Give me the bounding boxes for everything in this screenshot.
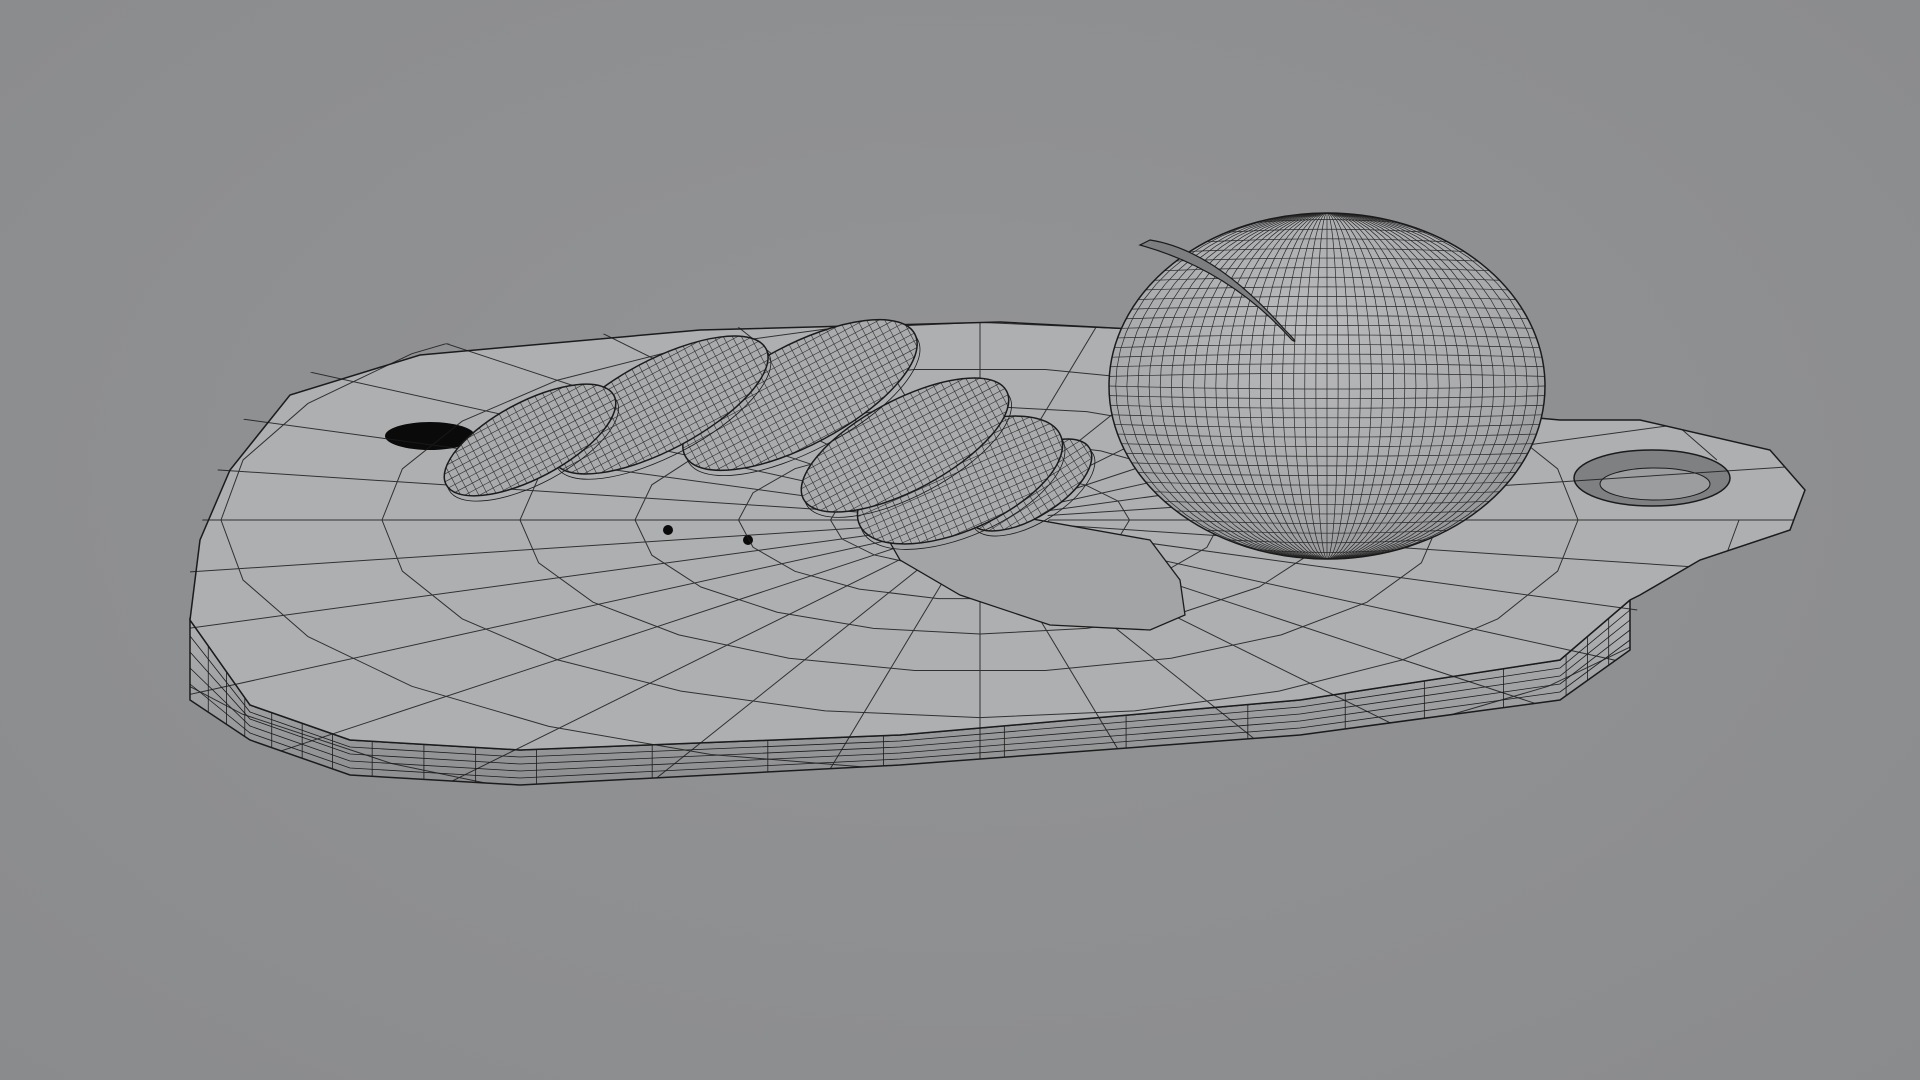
board-dot-1	[663, 525, 673, 535]
3d-viewport[interactable]	[0, 0, 1920, 1080]
wireframe-scene	[189, 212, 1806, 786]
